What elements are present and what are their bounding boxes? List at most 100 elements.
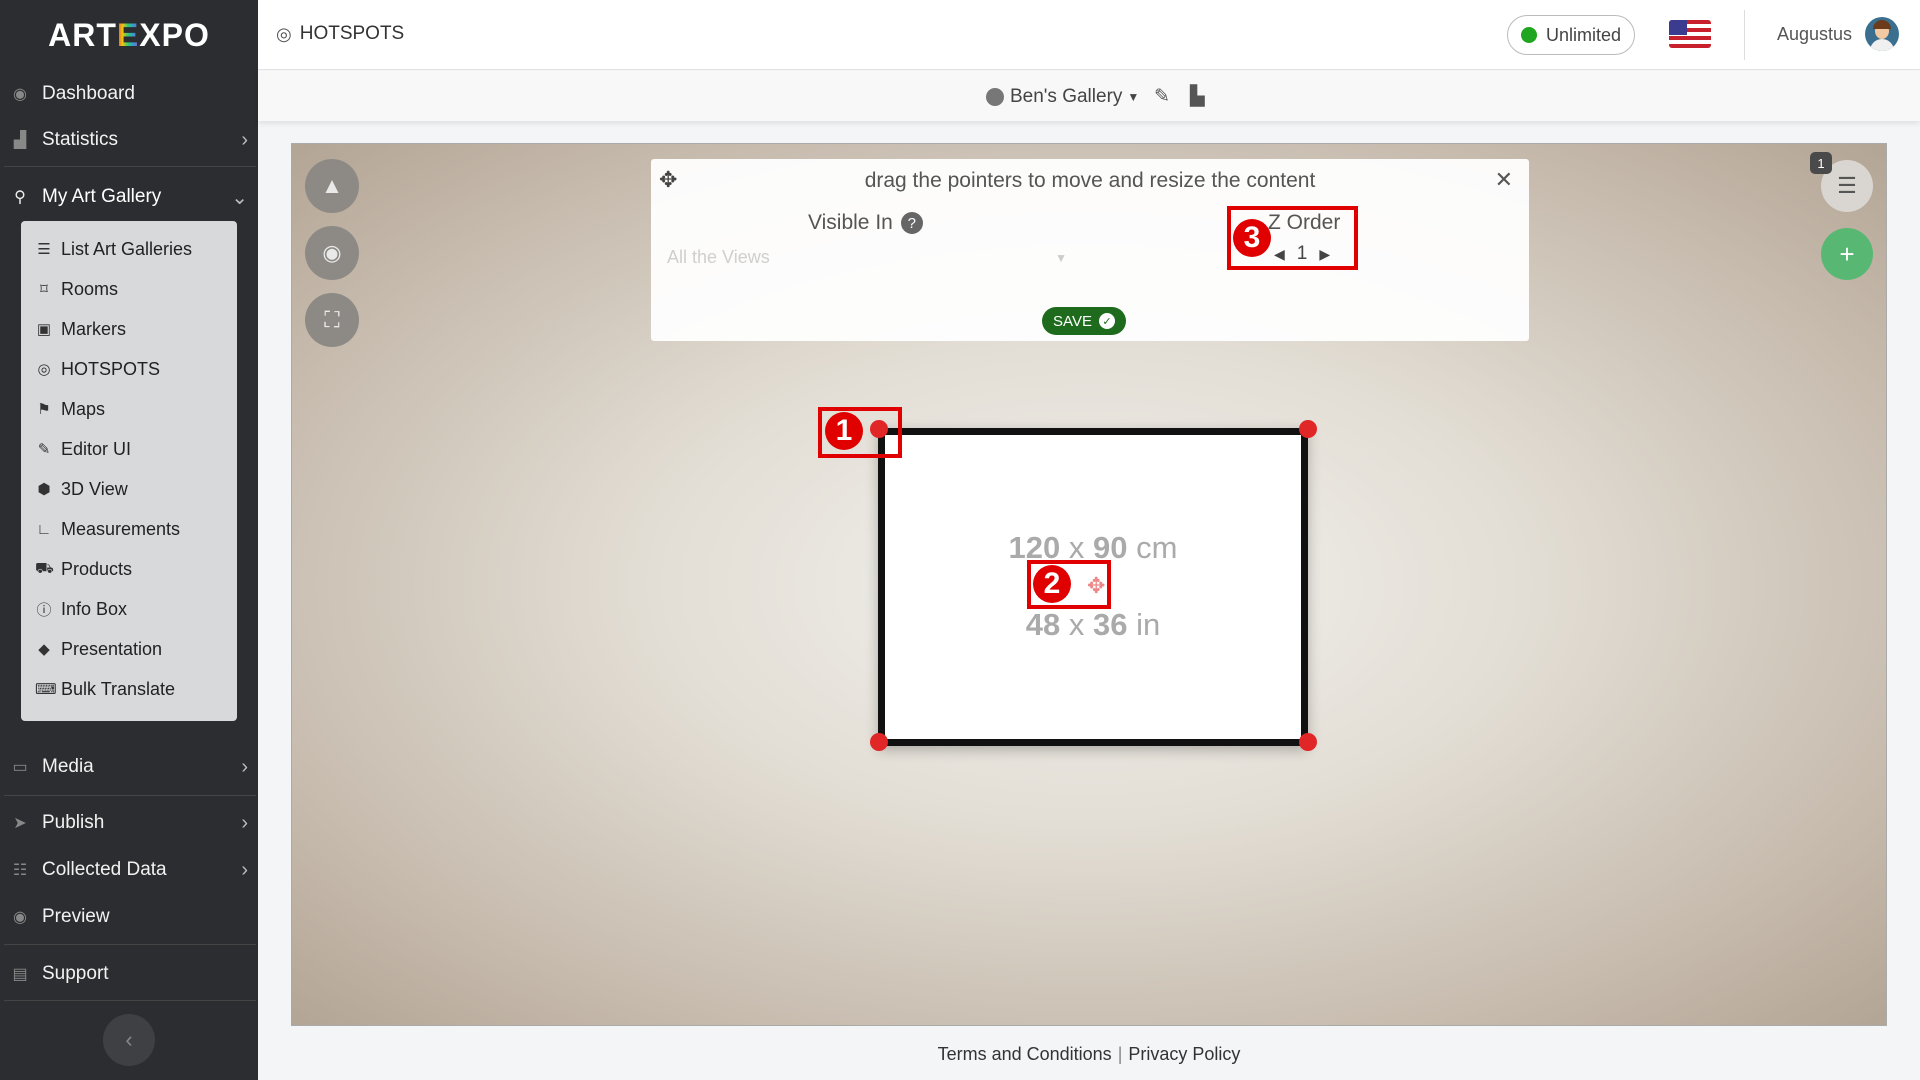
- annotation-number-3: 3: [1233, 219, 1271, 257]
- sidebar-item-my-art-gallery[interactable]: ⚲ My Art Gallery ⌄: [0, 175, 258, 219]
- logo-text-right: XPO: [139, 16, 210, 53]
- list-icon: ☰: [1837, 173, 1857, 198]
- translate-icon: ⌨: [35, 681, 57, 698]
- visible-in-select[interactable]: All the Views ▼: [667, 247, 1067, 275]
- diamond-icon: ◆: [38, 641, 50, 658]
- sidebar-item-label: Preview: [42, 906, 110, 927]
- sidebar-item-label: Support: [42, 963, 109, 984]
- sidebar-item-publish[interactable]: ➤ Publish ›: [0, 801, 258, 845]
- visible-in-text: Visible In: [808, 211, 893, 234]
- footer-separator: |: [1117, 1044, 1123, 1064]
- fullscreen-button[interactable]: ⛶: [305, 293, 359, 347]
- cart-icon: ⛟: [35, 559, 54, 577]
- submenu-item-hotspots[interactable]: ◎ HOTSPOTS: [35, 354, 160, 384]
- editor-icon: ✎: [37, 441, 51, 458]
- add-hotspot-button[interactable]: +: [1821, 228, 1873, 280]
- cube-icon: ⬢: [37, 481, 51, 498]
- submenu-item-markers[interactable]: ▣ Markers: [35, 314, 126, 344]
- footer: Terms and Conditions | Privacy Policy: [258, 1044, 1920, 1065]
- annotation-number-1: 1: [825, 412, 863, 450]
- submenu-item-label: Maps: [61, 398, 106, 419]
- us-flag-icon[interactable]: [1669, 20, 1711, 48]
- background-image-button[interactable]: ▲: [305, 159, 359, 213]
- sidebar-item-label: Statistics: [42, 129, 119, 150]
- submenu-item-measurements[interactable]: ∟ Measurements: [35, 514, 180, 544]
- avatar[interactable]: [1865, 17, 1899, 51]
- sidebar: ART E XPO ◉ Dashboard ▟ Statistics › ⚲ My …: [0, 0, 258, 1080]
- submenu-item-presentation[interactable]: ◆ Presentation: [35, 634, 162, 664]
- sidebar-item-collected-data[interactable]: ☷ Collected Data ›: [0, 848, 258, 892]
- plan-status-badge[interactable]: Unlimited: [1507, 15, 1635, 55]
- sidebar-item-label: Publish: [42, 812, 105, 833]
- map-icon: ⚑: [37, 401, 51, 418]
- chevron-right-icon: ›: [241, 128, 248, 151]
- submenu-item-3d-view[interactable]: ⬢ 3D View: [35, 474, 127, 504]
- submenu-item-maps[interactable]: ⚑ Maps: [35, 394, 105, 424]
- fullscreen-icon: ⛶: [324, 307, 340, 332]
- hotspot-icon: ◎: [276, 23, 292, 44]
- sidebar-item-dashboard[interactable]: ◉ Dashboard: [0, 72, 258, 116]
- submenu-item-label: Rooms: [61, 278, 119, 299]
- gallery-toolbar: Ben's Gallery ▼ ✎ ▙: [258, 71, 1920, 121]
- ruler-icon: ∟: [36, 520, 52, 538]
- edit-gallery-button[interactable]: ✎: [1154, 85, 1170, 108]
- username[interactable]: Augustus: [1777, 24, 1852, 45]
- privacy-link[interactable]: Privacy Policy: [1128, 1044, 1240, 1064]
- editor-ui-button[interactable]: ▙: [1190, 85, 1205, 108]
- sidebar-item-statistics[interactable]: ▟ Statistics ›: [0, 118, 258, 162]
- edit-icon: ✎: [1154, 86, 1170, 107]
- submenu-item-info-box[interactable]: ⓘ Info Box: [35, 594, 127, 624]
- sidebar-item-label: Collected Data: [42, 859, 167, 880]
- gallery-dropdown[interactable]: Ben's Gallery ▼: [986, 86, 1139, 108]
- gallery-dot-icon: [986, 88, 1004, 106]
- submenu-item-label: Editor UI: [61, 438, 132, 459]
- submenu-item-label: Presentation: [61, 638, 163, 659]
- room-icon: ⌑: [40, 281, 48, 298]
- visible-in-label: Visible In ?: [808, 211, 923, 235]
- submenu-item-editor-ui[interactable]: ✎ Editor UI: [35, 434, 131, 464]
- logo[interactable]: ART E XPO: [0, 0, 258, 70]
- hotspot-icon: ◎: [37, 361, 51, 378]
- hotspot-canvas[interactable]: ▲ ◉ ⛶ ☰ 1 + ✥ drag the pointers to move …: [291, 143, 1887, 1026]
- logo-text-left: ART: [48, 16, 117, 53]
- eye-icon: ◉: [13, 909, 27, 926]
- preview-toggle-button[interactable]: ◉: [305, 226, 359, 280]
- resize-handle-top-right[interactable]: [1299, 420, 1317, 438]
- status-dot: [1520, 27, 1537, 43]
- resize-handle-bottom-left[interactable]: [870, 733, 888, 751]
- info-icon: ⓘ: [36, 601, 52, 619]
- marker-icon: ▣: [36, 321, 52, 338]
- gallery-icon: ⚲: [14, 189, 26, 206]
- sidebar-item-label: Dashboard: [42, 83, 135, 104]
- submenu-item-list-art-galleries[interactable]: ☰ List Art Galleries: [35, 234, 192, 264]
- help-icon[interactable]: ?: [900, 212, 923, 234]
- sidebar-item-label: My Art Gallery: [42, 186, 162, 207]
- sidebar-item-preview[interactable]: ◉ Preview: [0, 895, 258, 939]
- submenu-item-label: Markers: [61, 318, 127, 339]
- resize-handle-bottom-right[interactable]: [1299, 733, 1317, 751]
- chevron-down-icon: ⌄: [231, 186, 248, 209]
- submenu-item-label: HOTSPOTS: [61, 358, 161, 379]
- logo-text-mid: E: [116, 16, 140, 53]
- chevron-left-icon: ‹: [125, 1027, 133, 1052]
- collapse-sidebar-button[interactable]: ‹: [103, 1014, 155, 1066]
- submenu-item-bulk-translate[interactable]: ⌨ Bulk Translate: [35, 674, 175, 704]
- submenu-item-label: List Art Galleries: [61, 238, 193, 259]
- close-icon[interactable]: ✕: [1495, 167, 1513, 193]
- caret-down-icon: ▼: [1127, 90, 1140, 104]
- editor-icon: ▙: [1190, 86, 1205, 107]
- terms-link[interactable]: Terms and Conditions: [938, 1044, 1112, 1064]
- support-icon: ▤: [12, 966, 28, 983]
- save-button[interactable]: SAVE ✓: [1042, 307, 1126, 335]
- sidebar-item-media[interactable]: ▭ Media ›: [0, 745, 258, 789]
- submenu-item-label: Measurements: [61, 518, 181, 539]
- submenu-item-products[interactable]: ⛟ Products: [35, 554, 132, 584]
- chevron-right-icon: ›: [241, 811, 248, 834]
- dimension-in: 48 x 36 in: [1025, 607, 1161, 642]
- sidebar-item-support[interactable]: ▤ Support: [0, 952, 258, 996]
- top-bar: ◎ HOTSPOTS Unlimited Augustus: [258, 0, 1920, 70]
- gallery-name: Ben's Gallery: [1010, 86, 1123, 107]
- visible-in-value: All the Views: [667, 247, 770, 267]
- submenu-item-rooms[interactable]: ⌑ Rooms: [35, 274, 118, 304]
- chart-icon: ▟: [13, 132, 27, 149]
